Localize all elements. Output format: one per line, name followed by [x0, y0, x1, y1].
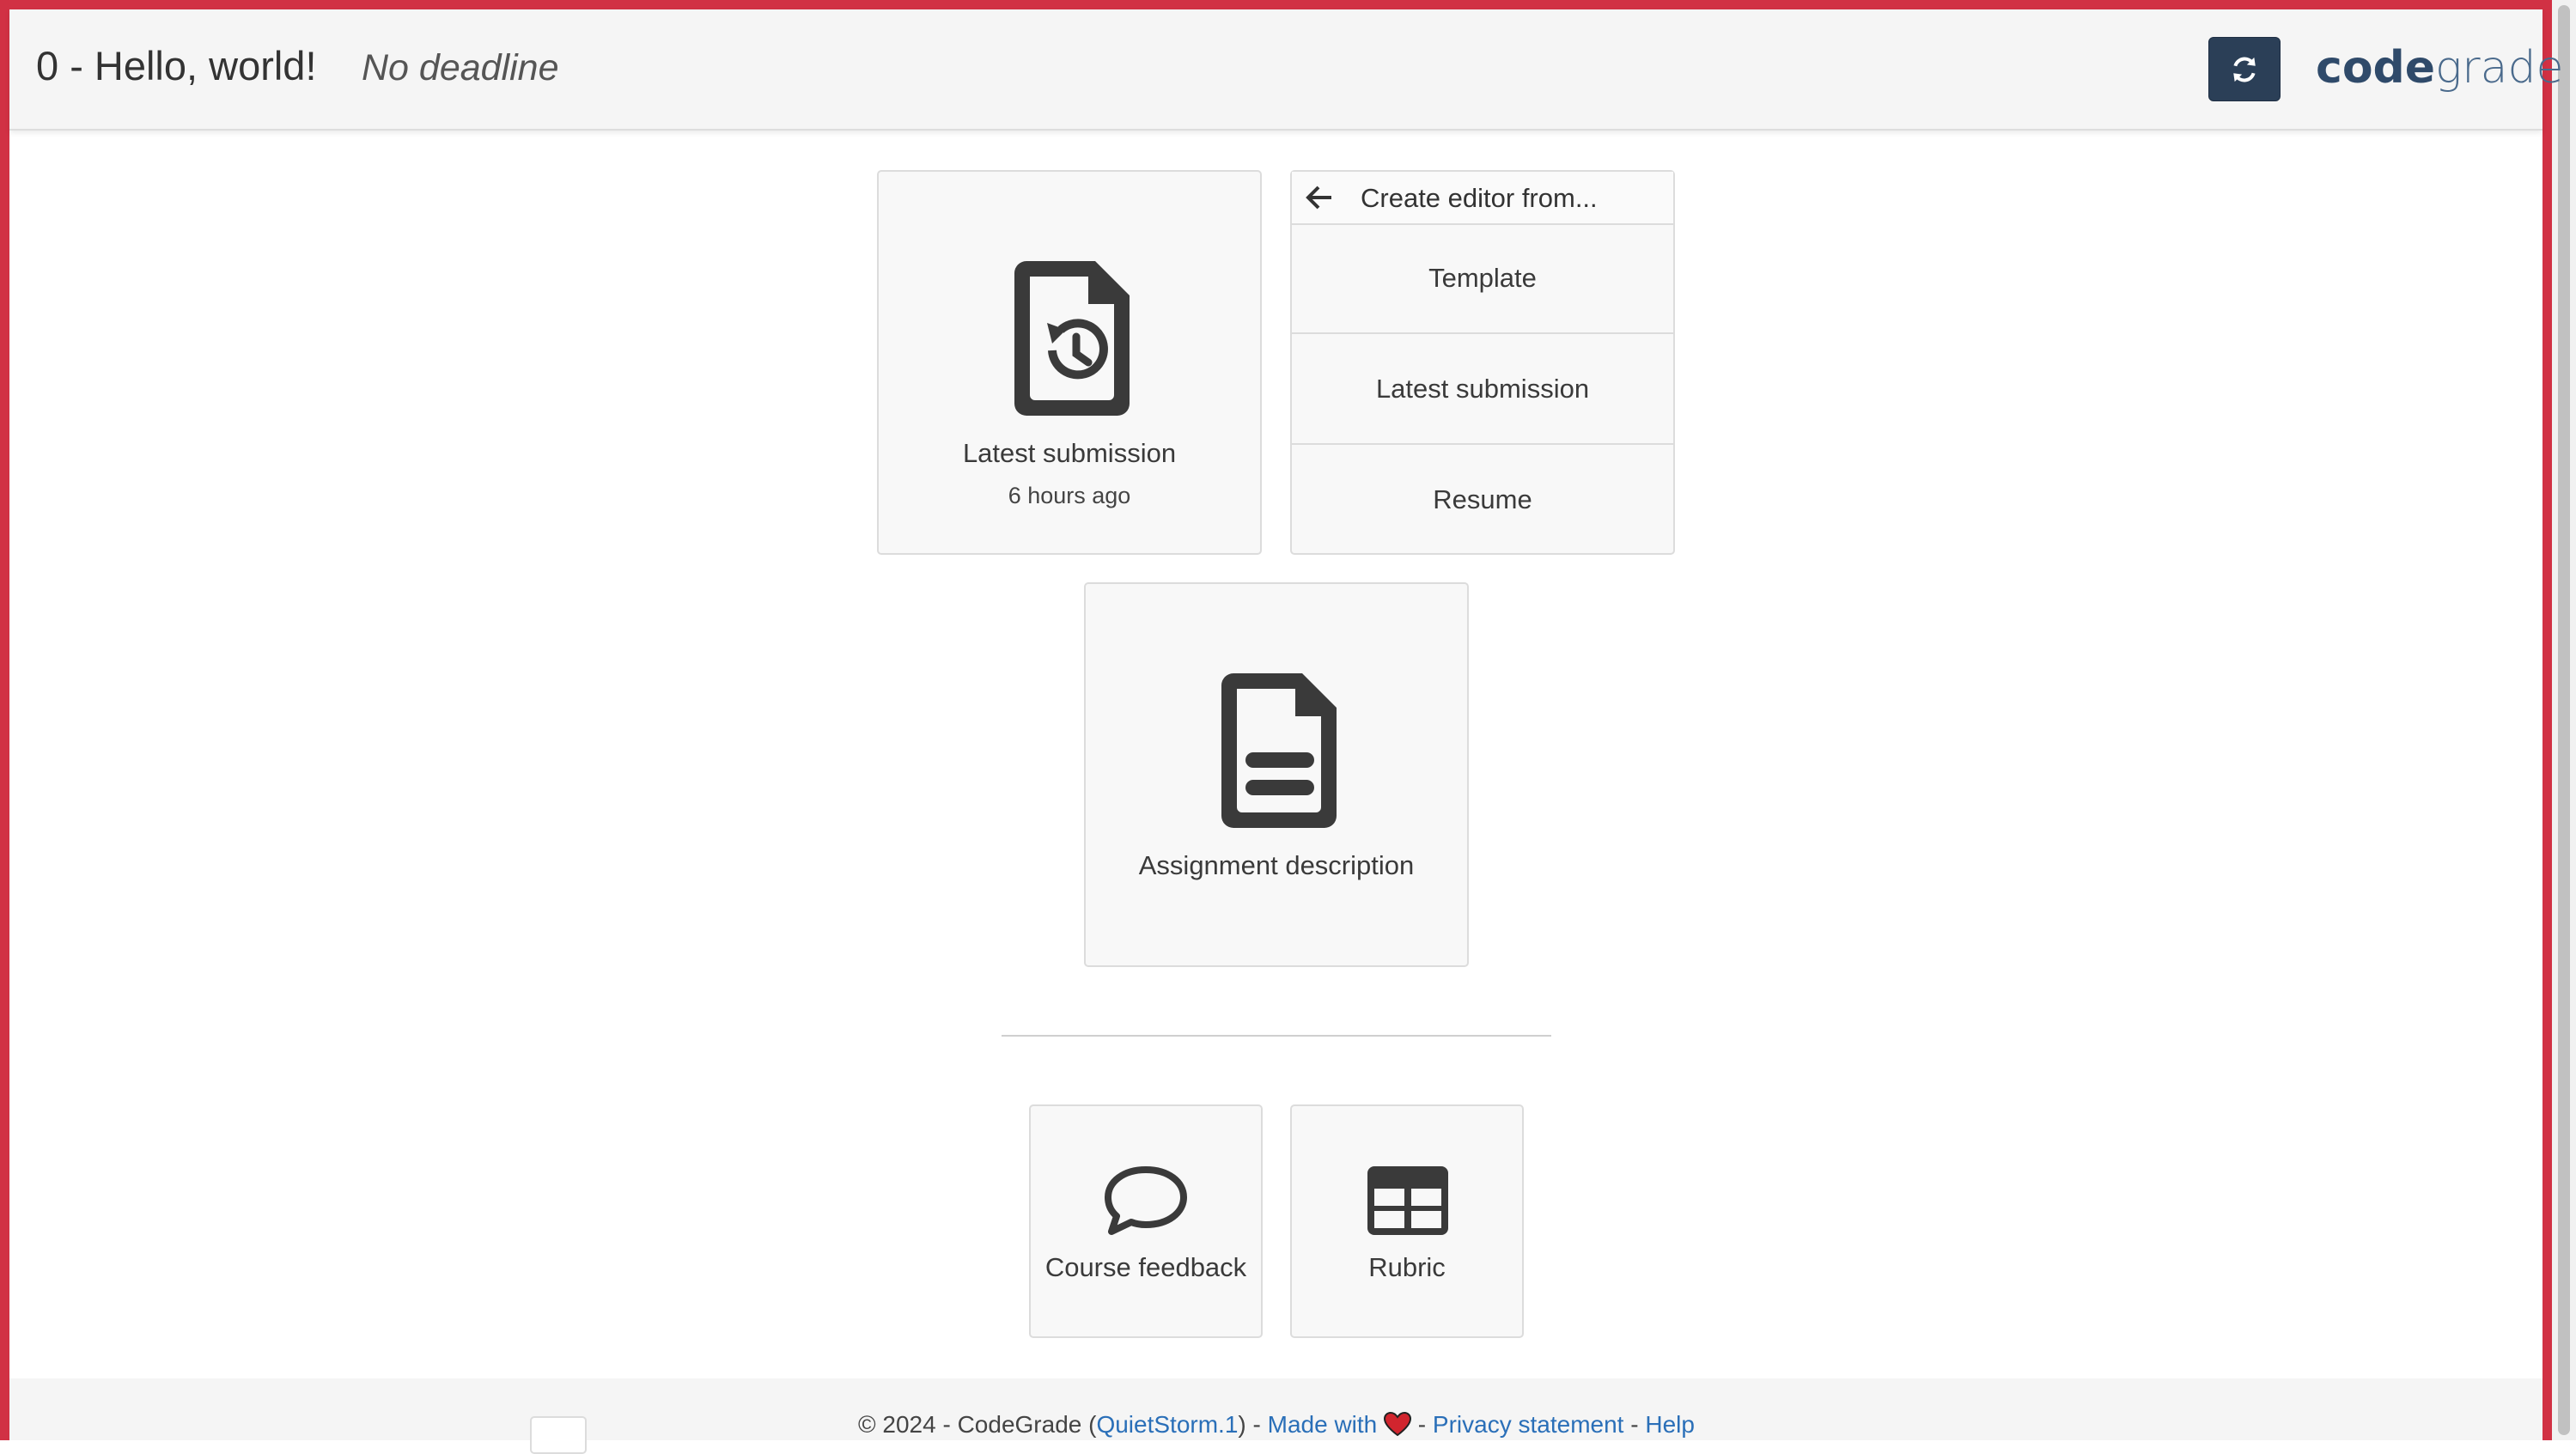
made-with-link[interactable]: Made with: [1268, 1411, 1378, 1438]
scrollbar-thumb[interactable]: [2558, 5, 2570, 1435]
file-text-icon: [1221, 673, 1337, 828]
rubric-card[interactable]: Rubric: [1290, 1104, 1524, 1338]
editor-option-template[interactable]: Template: [1292, 223, 1673, 334]
editor-option-latest-submission[interactable]: Latest submission: [1292, 334, 1673, 445]
arrow-left-icon[interactable]: [1304, 184, 1333, 211]
footer-separator: -: [1623, 1411, 1646, 1438]
logo-text: codegrade: [2316, 42, 2564, 94]
create-editor-title: Create editor from...: [1361, 183, 1598, 213]
rubric-label: Rubric: [1368, 1252, 1446, 1282]
heart-icon: [1384, 1412, 1412, 1436]
table-icon: [1367, 1166, 1448, 1235]
deadline-text: No deadline: [362, 47, 559, 88]
course-feedback-label: Course feedback: [1044, 1252, 1247, 1282]
footer-toggle[interactable]: [530, 1416, 587, 1454]
refresh-button[interactable]: [2208, 37, 2281, 101]
window-frame-top: [0, 0, 2576, 9]
version-link[interactable]: QuietStorm.1: [1096, 1411, 1238, 1438]
page-header: 0 - Hello, world! No deadline codegrade: [9, 9, 2564, 131]
window-frame-left: [0, 0, 9, 1440]
footer-text: © 2024 - CodeGrade (QuietStorm.1) - Made…: [858, 1411, 1695, 1439]
latest-submission-label: Latest submission: [962, 438, 1177, 468]
create-editor-header[interactable]: Create editor from...: [1292, 172, 1673, 225]
latest-submission-card[interactable]: Latest submission 6 hours ago: [877, 170, 1262, 555]
latest-submission-time: 6 hours ago: [1008, 483, 1131, 508]
codegrade-logo[interactable]: codegrade: [2316, 42, 2564, 94]
footer-separator: ) -: [1238, 1411, 1268, 1438]
create-editor-menu: Create editor from... Template Latest su…: [1290, 170, 1675, 555]
section-divider: [1002, 1035, 1551, 1037]
editor-option-resume[interactable]: Resume: [1292, 445, 1673, 554]
speech-bubble-icon: [1105, 1166, 1187, 1235]
privacy-statement-link[interactable]: Privacy statement: [1433, 1411, 1624, 1438]
assignment-title: 0 - Hello, world!: [36, 43, 317, 88]
assignment-description-label: Assignment description: [1138, 850, 1415, 880]
help-link[interactable]: Help: [1645, 1411, 1695, 1438]
footer-copyright: © 2024 - CodeGrade (: [858, 1411, 1097, 1438]
course-feedback-card[interactable]: Course feedback: [1029, 1104, 1263, 1338]
file-history-icon: [1014, 261, 1130, 416]
footer-separator: -: [1411, 1411, 1433, 1438]
refresh-icon: [2233, 57, 2256, 82]
window-frame-right: [2543, 0, 2552, 1440]
vertical-scrollbar[interactable]: [2552, 0, 2576, 1440]
assignment-description-card[interactable]: Assignment description: [1084, 582, 1469, 967]
page-footer: © 2024 - CodeGrade (QuietStorm.1) - Made…: [9, 1378, 2543, 1454]
